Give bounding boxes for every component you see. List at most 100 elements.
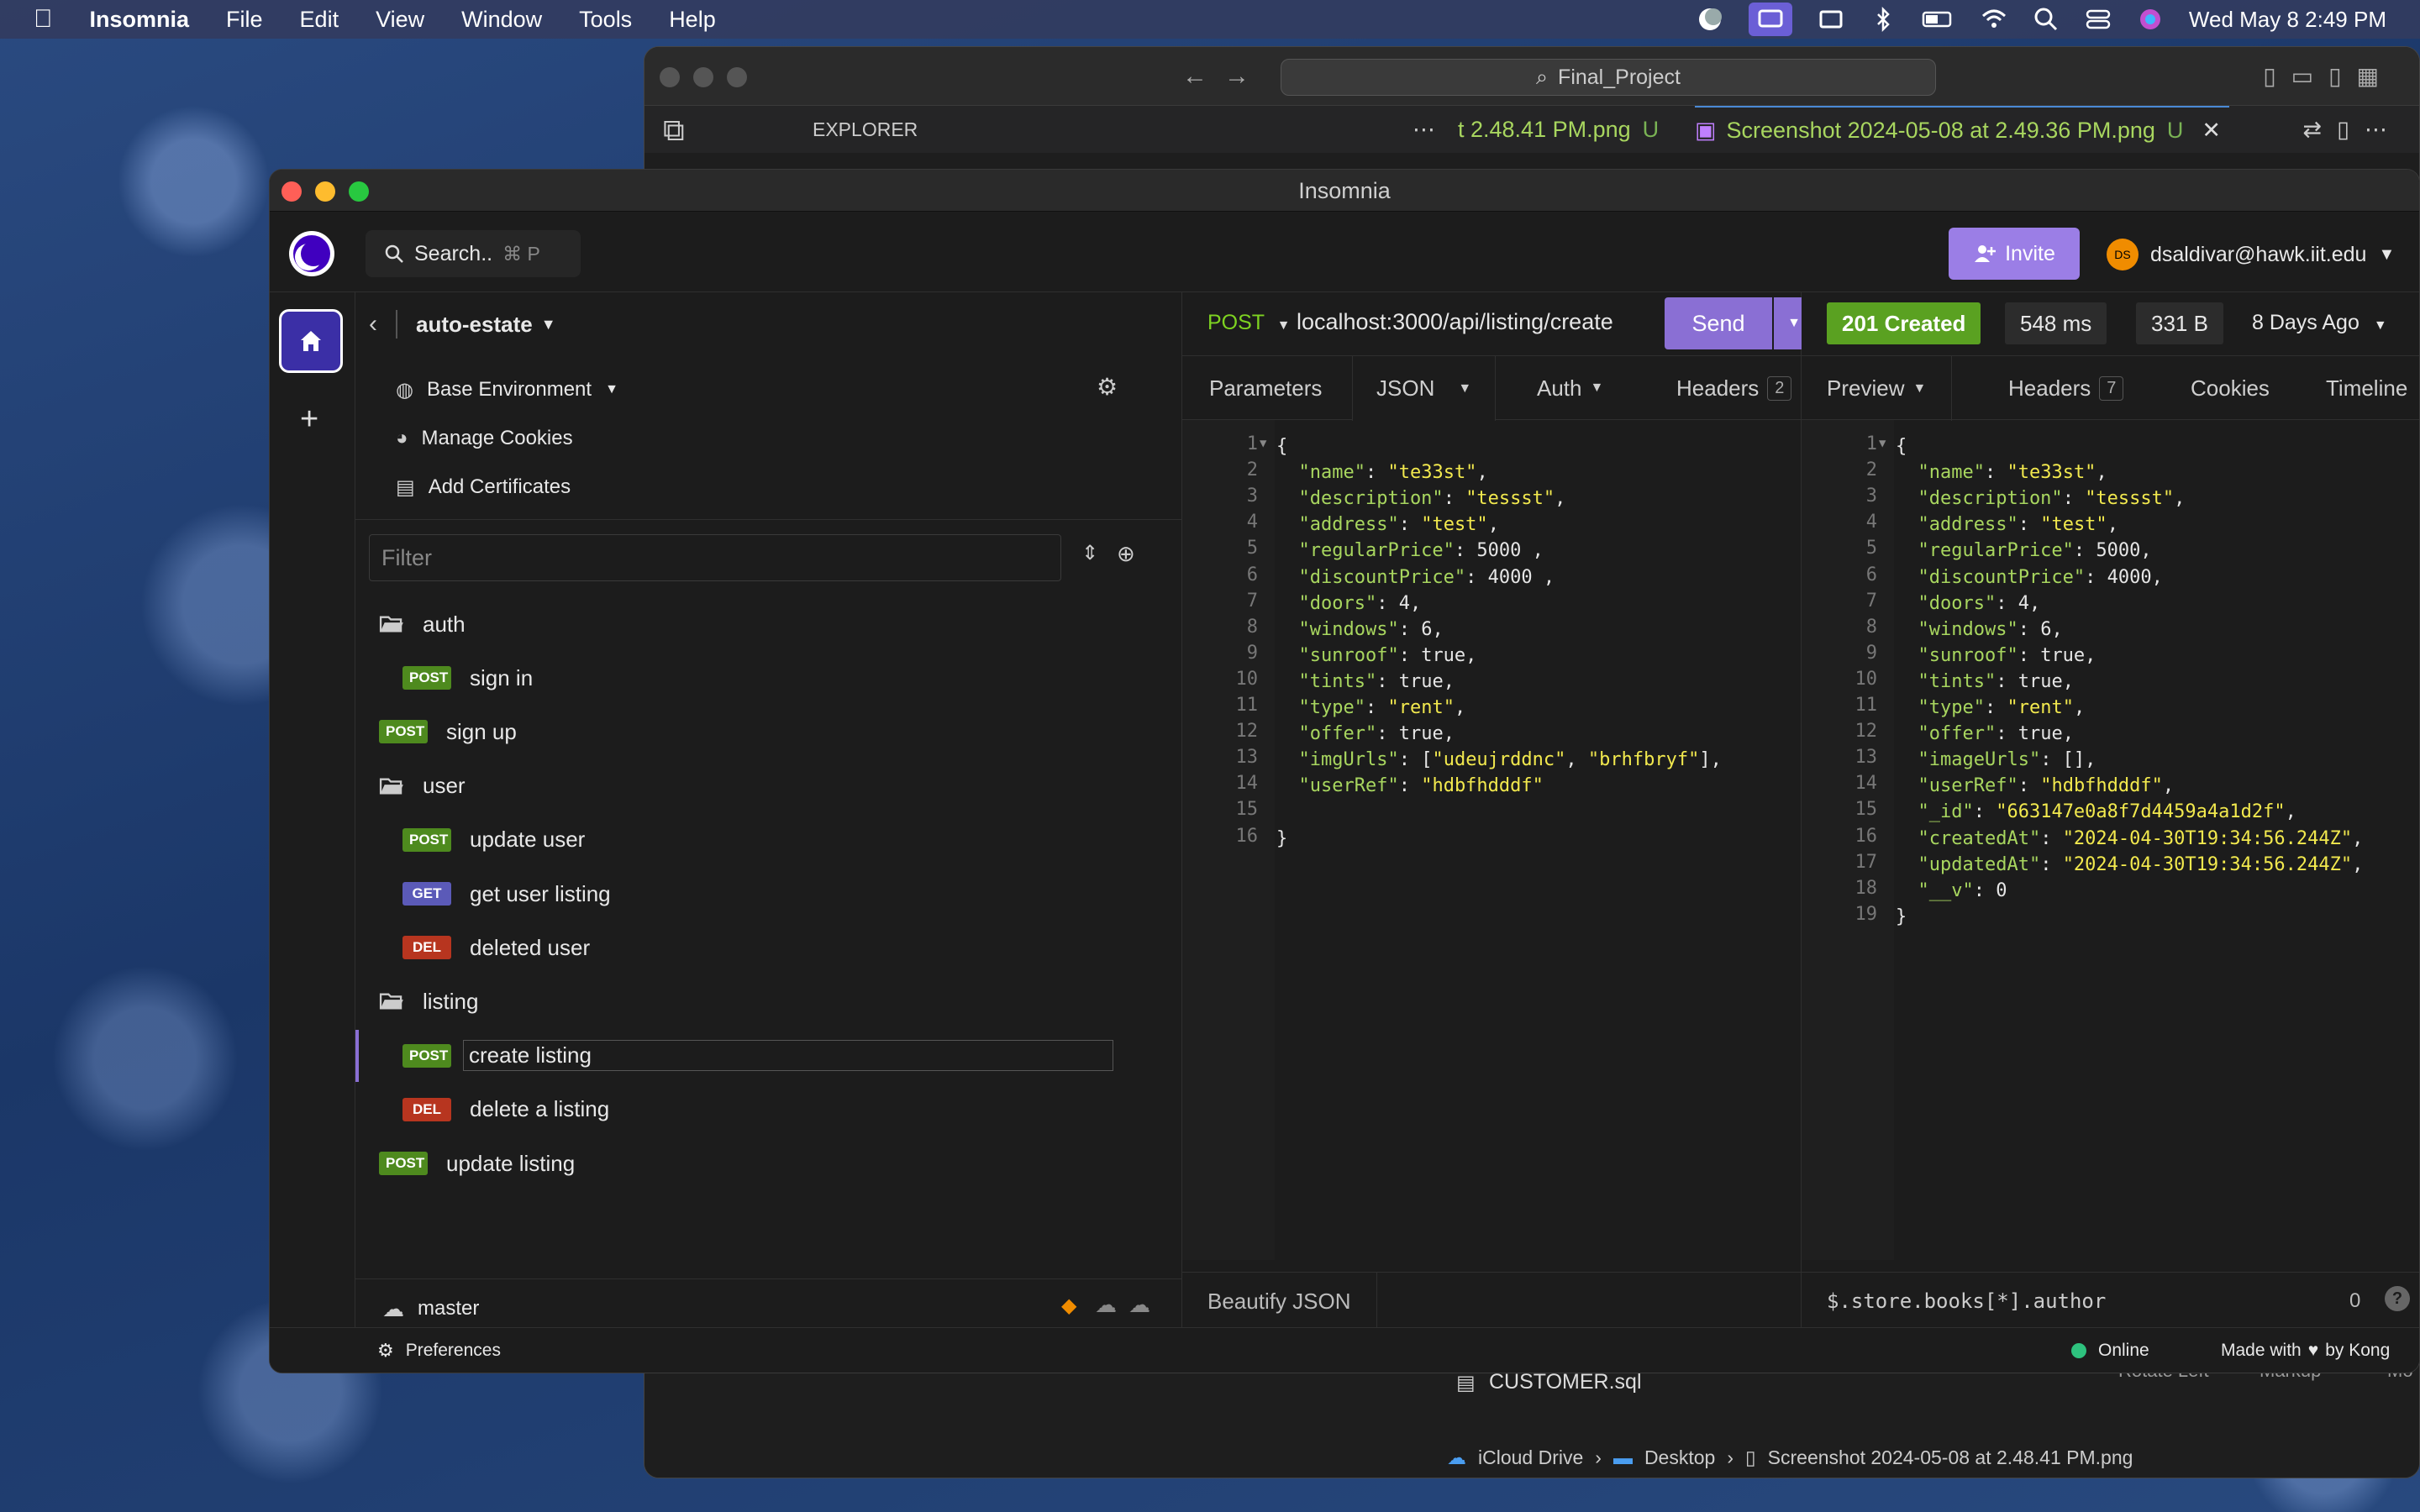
add-request-icon[interactable]: ⊕ <box>1117 541 1135 567</box>
folder-user[interactable]: user <box>379 765 466 807</box>
home-button[interactable] <box>279 309 343 373</box>
back-arrow-icon[interactable]: ← <box>1182 62 1207 91</box>
project-name[interactable]: auto-estate <box>416 312 533 338</box>
close-button[interactable] <box>660 67 680 87</box>
layout-icons[interactable]: ▯▭▯▦ <box>2263 62 2394 90</box>
user-menu[interactable]: DS dsaldivar@hawk.iit.edu ▼ <box>2107 239 2395 270</box>
tab-cookies[interactable]: Cookies <box>2191 356 2270 420</box>
tree-item-label[interactable]: create listing <box>463 1040 1113 1072</box>
bluetooth-icon[interactable] <box>1870 6 1897 33</box>
manage-cookies-button[interactable]: ◕ Manage Cookies <box>396 422 573 455</box>
request-item[interactable]: GET get user listing <box>402 873 611 915</box>
response-body-viewer[interactable]: 1 ▼ {2 "name": "te33st", 3 "description": "… <box>1802 420 2419 1260</box>
request-body-editor[interactable]: 1 ▼ {2 "name": "te33st", 3 "description": "… <box>1182 420 1801 1260</box>
send-button[interactable]: Send <box>1665 297 1772 349</box>
file-item[interactable]: CUSTOMER.sql <box>1489 1370 1642 1394</box>
code-token: , <box>1454 697 1466 718</box>
invite-button[interactable]: Invite <box>1949 228 2080 280</box>
fold-chevron-icon[interactable]: ▼ <box>1879 437 1886 450</box>
request-item[interactable]: DEL delete a listing <box>402 1089 609 1131</box>
line-number: 9 <box>1865 642 1877 664</box>
breadcrumb-desktop[interactable]: Desktop <box>1644 1446 1715 1469</box>
request-item[interactable]: POST update listing <box>379 1142 575 1184</box>
breadcrumb-icloud[interactable]: iCloud Drive <box>1478 1446 1583 1469</box>
menu-tools[interactable]: Tools <box>579 7 632 33</box>
back-icon[interactable]: ‹ <box>369 310 377 339</box>
display-icon[interactable] <box>1818 6 1844 33</box>
search-button[interactable]: Search.. ⌘ P <box>366 230 581 277</box>
code-token: "discountPrice" <box>1896 566 2086 588</box>
beautify-json-button[interactable]: Beautify JSON <box>1182 1272 1377 1330</box>
tab-preview[interactable]: Preview ▼ <box>1802 356 1953 421</box>
menu-app-name[interactable]: Insomnia <box>90 7 190 33</box>
zoom-button[interactable] <box>349 181 369 202</box>
editor-actions-icons[interactable]: ⇄▯⋯ <box>2303 106 2402 153</box>
response-filter-input[interactable]: $.store.books[*].author <box>1827 1289 2106 1313</box>
gear-icon[interactable]: ⚙ <box>1097 373 1118 401</box>
minimize-button[interactable] <box>693 67 713 87</box>
cloud-download-icon[interactable]: ☁ <box>1095 1292 1117 1318</box>
menu-edit[interactable]: Edit <box>300 7 339 33</box>
clock[interactable]: Wed May 8 2:49 PM <box>2189 7 2386 33</box>
menu-file[interactable]: File <box>226 7 263 33</box>
help-icon[interactable]: ? <box>2385 1286 2410 1311</box>
tab-parameters[interactable]: Parameters <box>1209 356 1322 420</box>
code-token: , <box>2285 801 2296 823</box>
tab-json-body[interactable]: JSON ▼ <box>1352 356 1497 421</box>
response-history-selector[interactable]: 8 Days Ago ▼ <box>2252 311 2387 335</box>
close-button[interactable] <box>281 181 302 202</box>
made-with-kong[interactable]: Made with ♥ by Kong <box>2221 1328 2390 1373</box>
insomnia-logo-icon[interactable] <box>288 230 335 277</box>
cloud-upload-icon[interactable]: ☁ <box>1128 1292 1150 1318</box>
tab-timeline[interactable]: Timeline <box>2326 356 2407 420</box>
battery-icon[interactable] <box>1922 6 1955 33</box>
menu-view[interactable]: View <box>376 7 424 33</box>
command-center-search[interactable]: ⌕ Final_Project <box>1281 59 1936 96</box>
request-item[interactable]: POST sign up <box>379 711 517 753</box>
close-tab-icon[interactable]: ✕ <box>2202 118 2221 144</box>
menu-window[interactable]: Window <box>461 7 542 33</box>
sort-icon[interactable]: ⇕ <box>1081 541 1098 565</box>
add-project-icon[interactable]: + <box>300 402 318 438</box>
explorer-more-icon[interactable]: ⋯ <box>1413 106 1435 153</box>
tab-auth[interactable]: Auth ▼ <box>1537 356 1603 420</box>
folder-auth[interactable]: auth <box>379 603 466 645</box>
spotlight-icon[interactable] <box>2033 6 2060 33</box>
filter-input[interactable]: Filter <box>369 534 1061 581</box>
siri-icon[interactable] <box>2137 6 2164 33</box>
apple-icon[interactable]:  <box>34 5 53 34</box>
package-icon[interactable]: ◆ <box>1061 1294 1076 1318</box>
method-selector[interactable]: POST ▼ <box>1207 311 1290 335</box>
tab-headers[interactable]: Headers 2 <box>1676 356 1792 420</box>
explorer-files-icon[interactable]: ⧉ <box>663 113 685 149</box>
forward-arrow-icon[interactable]: → <box>1224 62 1249 91</box>
minimize-button[interactable] <box>315 181 335 202</box>
folder-listing[interactable]: listing <box>379 980 478 1022</box>
menu-help[interactable]: Help <box>669 7 716 33</box>
chevron-down-icon[interactable]: ▼ <box>541 316 556 333</box>
screen-mirror-icon[interactable] <box>1748 3 1792 36</box>
code-token: "rent" <box>2007 697 2074 718</box>
request-pane: POST ▼ localhost:3000/api/listing/create… <box>1182 292 1814 1373</box>
wifi-icon[interactable] <box>1981 6 2007 33</box>
editor-tab-2[interactable]: ▣ Screenshot 2024-05-08 at 2.49.36 PM.pn… <box>1695 106 2229 153</box>
code-line: } <box>1896 904 1907 930</box>
moon-icon[interactable] <box>1697 6 1723 33</box>
code-token: "windows" <box>1896 618 2018 640</box>
url-input[interactable]: localhost:3000/api/listing/create <box>1297 309 1613 335</box>
add-certificates-button[interactable]: ▤ Add Certificates <box>396 470 571 504</box>
control-center-icon[interactable] <box>2085 6 2112 33</box>
preferences-button[interactable]: ⚙ Preferences <box>377 1328 501 1373</box>
request-item[interactable]: DEL deleted user <box>402 927 590 969</box>
request-item[interactable]: POST update user <box>402 819 585 861</box>
request-item[interactable]: POST create listing <box>355 1029 1113 1082</box>
tab-response-headers[interactable]: Headers 7 <box>2008 356 2124 420</box>
editor-tab-1[interactable]: t 2.48.41 PM.png U <box>1458 106 1659 153</box>
zoom-button[interactable] <box>727 67 747 87</box>
divider <box>396 310 397 339</box>
fold-chevron-icon[interactable]: ▼ <box>1260 437 1266 450</box>
environment-selector[interactable]: ◍ Base Environment ▼ <box>396 373 618 407</box>
code-token: , <box>2096 462 2107 484</box>
request-item[interactable]: POST sign in <box>402 657 533 699</box>
breadcrumb-file[interactable]: Screenshot 2024-05-08 at 2.48.41 PM.png <box>1768 1446 2133 1469</box>
